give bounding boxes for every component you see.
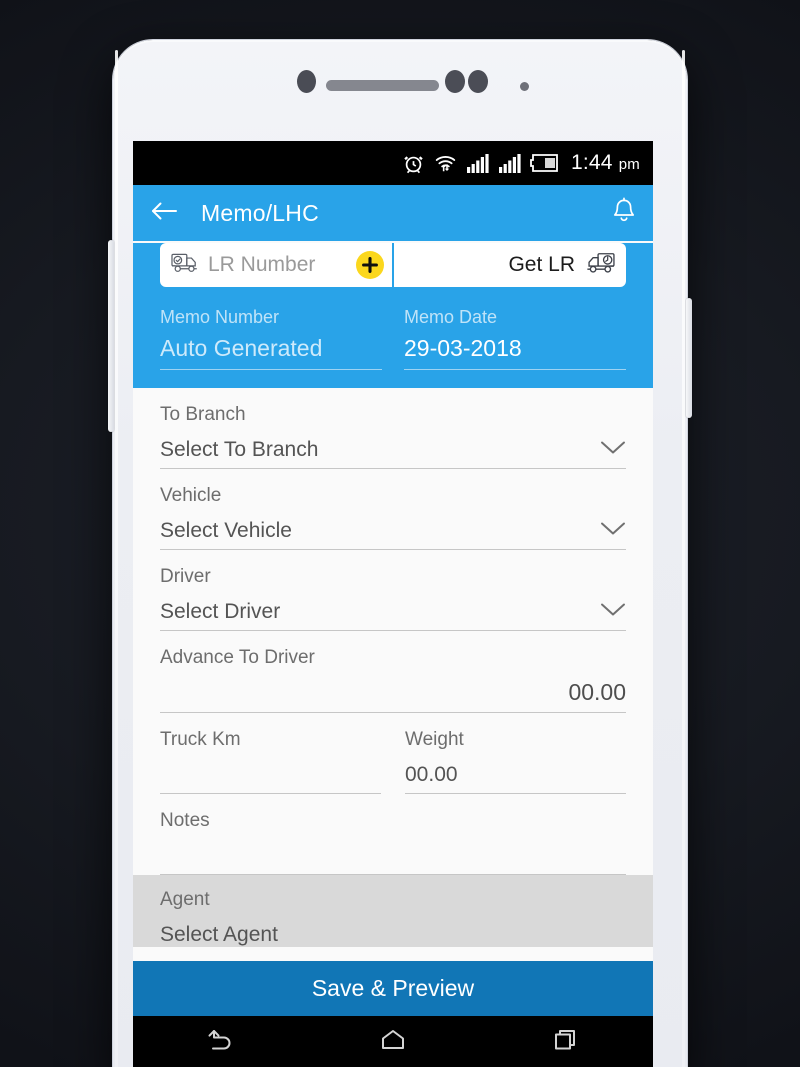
truck-km-weight-row: Truck Km Weight 00.00 [160,713,626,794]
driver-value: Select Driver [160,600,281,623]
page-title: Memo/LHC [201,199,319,226]
driver-field[interactable]: Driver Select Driver [160,550,626,631]
notes-field[interactable]: Notes [160,794,626,875]
agent-field[interactable]: Agent Select Agent [133,875,653,947]
side-button-left[interactable] [108,240,114,432]
lr-number-placeholder-text: LR Number [208,253,316,276]
screenshot-backdrop: 1:44 pm Memo/LHC LR Number Get LR Memo N… [0,0,800,1067]
earpiece-speaker-grille [326,80,439,91]
driver-label: Driver [160,566,211,587]
to-branch-label: To Branch [160,404,246,425]
weight-label: Weight [405,729,464,750]
wifi-transfer-icon [434,152,457,175]
vehicle-label: Vehicle [160,485,222,506]
agent-value: Select Agent [160,923,278,946]
memo-number-field: Memo Number Auto Generated [160,307,382,370]
vehicle-field[interactable]: Vehicle Select Vehicle [160,469,626,550]
nav-back-icon[interactable] [175,1023,265,1062]
app-bar: Memo/LHC [133,185,653,241]
nav-recents-icon[interactable] [521,1023,611,1062]
to-branch-value: Select To Branch [160,438,319,461]
memo-number-label: Memo Number [160,307,280,327]
notes-label: Notes [160,810,210,831]
truck-clock-left-icon [585,251,615,280]
memo-number-value: Auto Generated [160,335,382,370]
chevron-down-icon[interactable] [600,602,626,622]
advance-to-driver-field[interactable]: Advance To Driver 00.00 [160,631,626,713]
signal-bars-icon-1 [466,153,489,173]
android-status-bar: 1:44 pm [133,141,653,185]
lr-entry-row: LR Number Get LR [160,243,626,287]
phone-device-body: 1:44 pm Memo/LHC LR Number Get LR Memo N… [108,40,692,1067]
weight-value: 00.00 [405,763,458,786]
memo-date-field[interactable]: Memo Date 29-03-2018 [404,307,626,370]
memo-date-label: Memo Date [404,307,498,327]
chevron-down-icon[interactable] [600,521,626,541]
chevron-down-icon[interactable] [600,440,626,460]
side-button-right[interactable] [686,298,692,418]
nav-home-icon[interactable] [348,1023,438,1062]
front-camera-icon [297,70,316,93]
add-lr-button[interactable] [356,251,384,279]
to-branch-field[interactable]: To Branch Select To Branch [160,388,626,469]
proximity-sensor-icon [445,70,465,93]
phone-screen: 1:44 pm Memo/LHC LR Number Get LR Memo N… [133,141,653,1067]
signal-bars-icon-2 [498,153,521,173]
truck-km-label: Truck Km [160,729,241,750]
phone-top-bezel [113,40,687,141]
lr-number-input[interactable]: LR Number [160,243,392,287]
get-lr-button[interactable]: Get LR [394,243,626,287]
vehicle-value: Select Vehicle [160,519,292,542]
alarm-clock-icon [402,152,425,175]
battery-icon [530,154,560,172]
save-and-preview-button[interactable]: Save & Preview [133,961,653,1016]
truck-clock-icon [171,251,199,280]
memo-form: To Branch Select To Branch Vehicle Selec… [133,388,653,875]
light-sensor-icon [468,70,488,93]
advance-to-driver-value: 00.00 [568,679,626,705]
truck-km-field[interactable]: Truck Km [160,729,381,794]
weight-field[interactable]: Weight 00.00 [405,729,626,794]
advance-to-driver-label: Advance To Driver [160,647,315,668]
agent-label: Agent [160,889,210,910]
status-bar-clock: 1:44 pm [571,151,640,174]
memo-header-section: LR Number Get LR Memo Number Auto Genera… [133,243,653,388]
notification-led-icon [520,82,529,91]
memo-date-value: 29-03-2018 [404,335,626,370]
back-arrow-icon[interactable] [151,200,177,227]
android-navigation-bar [133,1016,653,1067]
bell-icon[interactable] [611,197,637,230]
get-lr-label: Get LR [508,253,575,276]
memo-fields-row: Memo Number Auto Generated Memo Date 29-… [160,307,626,370]
